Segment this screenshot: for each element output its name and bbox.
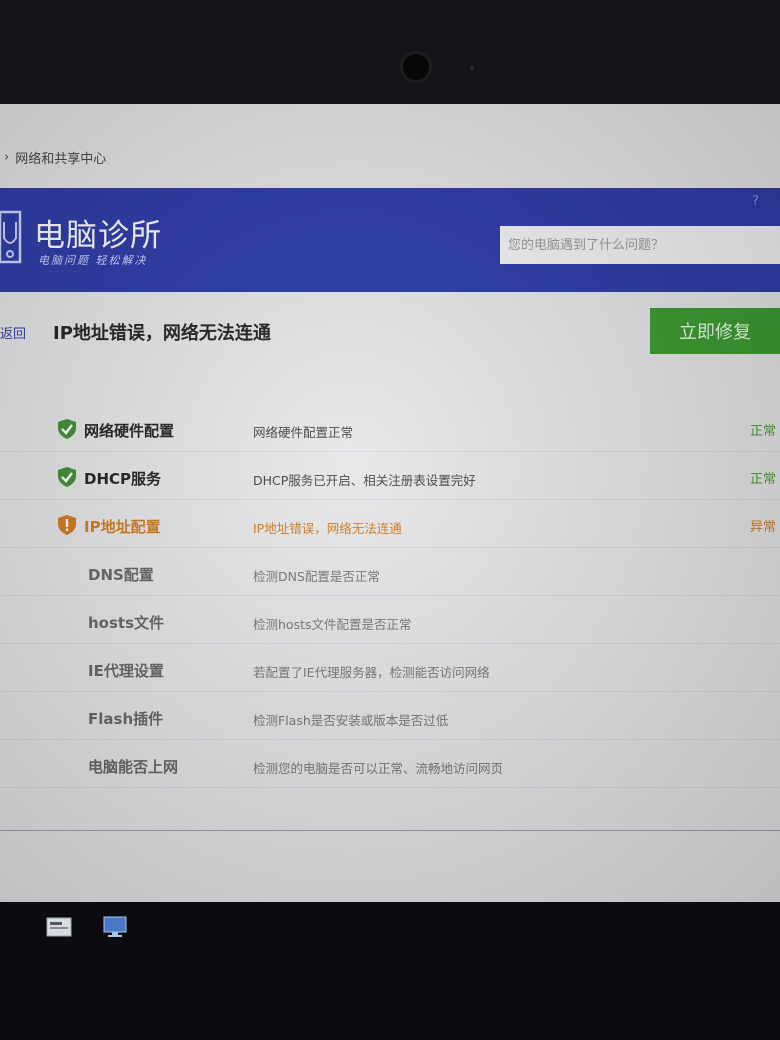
back-link[interactable]: 返回 [0,323,26,342]
check-name: DHCP服务 [84,470,162,488]
problem-search-input[interactable] [500,226,780,264]
check-desc: IP地址错误，网络无法连通 [253,521,402,536]
app-slogan: 电脑问题 轻松解决 [38,254,148,267]
shield-check-icon [58,419,76,439]
check-row-ip-config: IP地址配置 IP地址错误，网络无法连通 异常 [0,500,780,548]
shield-check-icon [58,467,76,487]
check-name: IP地址配置 [84,518,161,536]
check-row-flash: Flash插件 检测Flash是否安装或版本是否过低 [0,692,780,740]
check-row-ie-proxy: IE代理设置 若配置了IE代理服务器，检测能否访问网络 [0,644,780,692]
shield-warning-icon [58,515,76,535]
taskbar [0,902,780,1040]
check-row-hosts: hosts文件 检测hosts文件配置是否正常 [0,596,780,644]
check-desc: 若配置了IE代理服务器，检测能否访问网络 [253,665,490,680]
breadcrumb: › 网络和共享中心 [0,146,106,168]
breadcrumb-current[interactable]: 网络和共享中心 [15,148,106,167]
check-desc: 检测您的电脑是否可以正常、流畅地访问网页 [253,761,504,776]
check-desc: DHCP服务已开启、相关注册表设置完好 [253,473,476,488]
check-row-internet: 电脑能否上网 检测您的电脑是否可以正常、流畅地访问网页 [0,740,780,788]
status-badge: 正常 [749,424,776,439]
check-name: 电脑能否上网 [88,758,179,776]
status-badge: 正常 [749,472,776,487]
fix-now-button[interactable]: 立即修复 [650,308,780,354]
check-name: DNS配置 [88,566,154,584]
check-row-dhcp: DHCP服务 DHCP服务已开启、相关注册表设置完好 正常 [0,452,780,500]
stethoscope-logo-icon [0,210,22,264]
chevron-right-icon: › [4,149,10,165]
check-name: IE代理设置 [88,662,164,680]
app-window: › 网络和共享中心 电脑诊所 电脑问题 轻松解决 ? 返回 IP地址错误，网络无… [0,104,780,902]
webcam-led [470,66,474,70]
window-switcher-icon[interactable] [46,916,72,938]
status-badge: 异常 [749,520,776,535]
network-monitor-icon[interactable] [102,916,128,938]
check-row-dns: DNS配置 检测DNS配置是否正常 [0,548,780,596]
check-name: Flash插件 [88,710,164,728]
check-desc: 检测hosts文件配置是否正常 [253,617,412,632]
webcam [403,54,429,80]
check-desc: 网络硬件配置正常 [253,425,354,440]
divider [0,830,780,831]
check-row-network-hardware: 网络硬件配置 网络硬件配置正常 正常 [0,404,780,452]
check-name: hosts文件 [88,614,165,632]
app-name: 电脑诊所 [34,218,162,254]
help-icon[interactable]: ? [752,194,759,209]
monitor-bezel [0,0,780,104]
diagnosis-check-list: 网络硬件配置 网络硬件配置正常 正常 DHCP服务 DHCP服务已开启、相关注册… [0,404,780,788]
check-desc: 检测DNS配置是否正常 [253,569,380,584]
check-desc: 检测Flash是否安装或版本是否过低 [253,713,449,728]
issue-title: IP地址错误，网络无法连通 [53,323,271,344]
check-name: 网络硬件配置 [84,422,175,440]
app-header: 电脑诊所 电脑问题 轻松解决 ? [0,188,780,292]
